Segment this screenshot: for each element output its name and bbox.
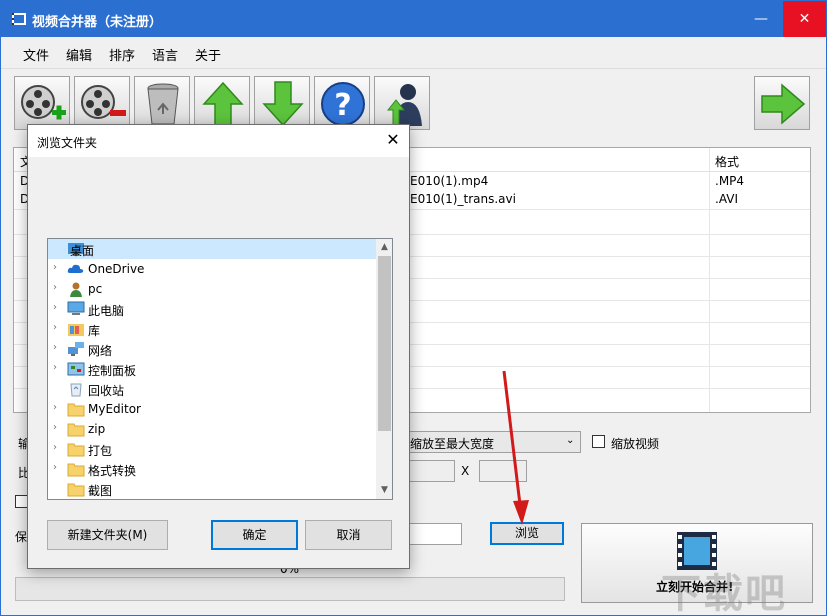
tree-item-onedrive[interactable]: › OneDrive — [48, 259, 376, 279]
chevron-right-icon[interactable]: › — [53, 262, 57, 273]
network-icon — [68, 342, 84, 356]
tree-item-this-pc[interactable]: › 此电脑 — [48, 299, 376, 319]
tree-item-myeditor[interactable]: › MyEditor — [48, 399, 376, 419]
tree-item-label: OneDrive — [88, 262, 145, 276]
dialog-title-bar[interactable]: 浏览文件夹 ✕ — [28, 125, 409, 157]
chevron-right-icon[interactable]: › — [53, 462, 57, 473]
recycle-bin-icon — [70, 383, 82, 397]
tree-item-recycle-bin[interactable]: 回收站 — [48, 379, 376, 399]
scroll-down-icon[interactable]: ▼ — [376, 482, 392, 499]
cloud-icon — [67, 264, 84, 273]
tree-item-zip[interactable]: › zip — [48, 419, 376, 439]
tree-item-label: 截图 — [88, 484, 113, 498]
folder-icon — [67, 443, 85, 457]
chevron-right-icon[interactable]: › — [53, 322, 57, 333]
tree-item-network[interactable]: › 网络 — [48, 339, 376, 359]
dialog-close-button[interactable]: ✕ — [382, 130, 404, 149]
computer-icon — [67, 301, 85, 315]
tree-item-label: MyEditor — [88, 402, 141, 416]
tree-item-pc-user[interactable]: › pc — [48, 279, 376, 299]
tree-item-label: zip — [88, 422, 106, 436]
library-icon — [68, 324, 84, 336]
tree-item-package[interactable]: › 打包 — [48, 439, 376, 459]
tree-item-desktop[interactable]: 桌面 — [48, 239, 376, 259]
folder-tree[interactable]: 桌面 › OneDrive › pc › 此电脑 › 库 › 网络 › 控制面板… — [47, 238, 393, 500]
tree-item-library[interactable]: › 库 — [48, 319, 376, 339]
tree-item-label: 库 — [88, 324, 101, 338]
chevron-right-icon[interactable]: › — [53, 442, 57, 453]
tree-scrollbar[interactable]: ▲ ▼ — [376, 239, 392, 499]
tree-item-label: 回收站 — [88, 384, 125, 398]
folder-icon — [67, 463, 85, 477]
chevron-right-icon[interactable]: › — [53, 362, 57, 373]
tree-item-label: 控制面板 — [88, 364, 137, 378]
tree-item-label: 桌面 — [70, 244, 95, 258]
chevron-right-icon[interactable]: › — [53, 302, 57, 313]
tree-item-screenshot[interactable]: 截图 — [48, 479, 376, 499]
tree-item-control-panel[interactable]: › 控制面板 — [48, 359, 376, 379]
scroll-up-icon[interactable]: ▲ — [376, 239, 392, 256]
control-panel-icon — [67, 362, 85, 376]
folder-icon — [67, 483, 85, 497]
browse-folder-dialog: 浏览文件夹 ✕ 桌面 › OneDrive › pc › 此电脑 › 库 › 网… — [27, 124, 410, 569]
dialog-title: 浏览文件夹 — [37, 136, 98, 150]
scrollbar-thumb[interactable] — [378, 256, 391, 431]
new-folder-button[interactable]: 新建文件夹(M) — [47, 520, 168, 550]
tree-item-label: 此电脑 — [88, 304, 125, 318]
folder-icon — [67, 403, 85, 417]
folder-icon — [67, 423, 85, 437]
cancel-button[interactable]: 取消 — [305, 520, 392, 550]
chevron-right-icon[interactable]: › — [53, 282, 57, 293]
chevron-right-icon[interactable]: › — [53, 402, 57, 413]
tree-item-label: 格式转换 — [88, 464, 137, 478]
chevron-right-icon[interactable]: › — [53, 422, 57, 433]
tree-item-label: 网络 — [88, 344, 113, 358]
user-icon — [70, 282, 82, 297]
tree-item-label: pc — [88, 282, 103, 296]
tree-item-label: 打包 — [88, 444, 113, 458]
chevron-right-icon[interactable]: › — [53, 342, 57, 353]
tree-item-format-convert[interactable]: › 格式转换 — [48, 459, 376, 479]
ok-button[interactable]: 确定 — [211, 520, 298, 550]
